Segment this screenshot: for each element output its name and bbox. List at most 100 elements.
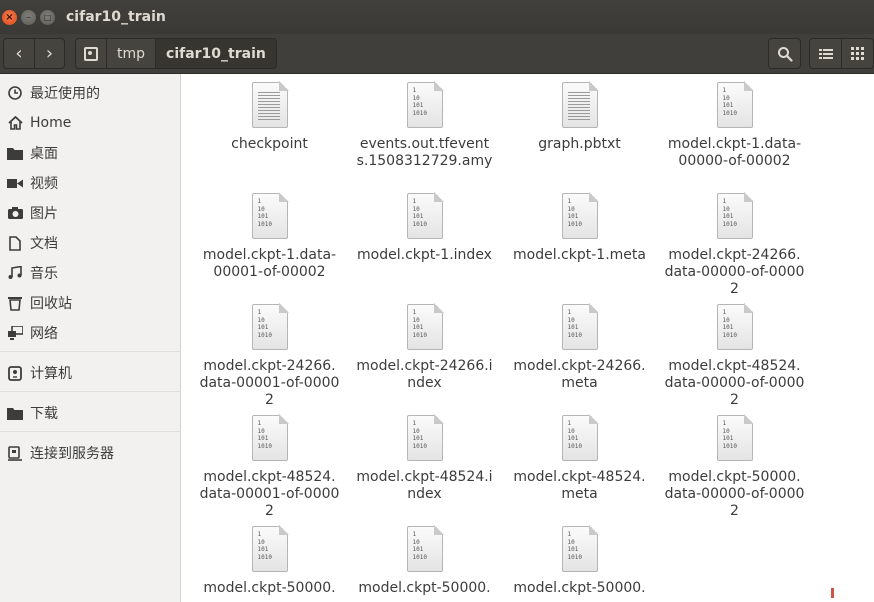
title-bar: × – □ cifar10_train [0, 0, 874, 34]
binary-file-icon: 1 10 101 1010 [561, 192, 599, 239]
breadcrumb: tmp cifar10_train [75, 38, 277, 69]
sidebar-item-label: Home [30, 115, 72, 131]
file-item[interactable]: 1 10 101 1010 model.ckpt-50000.data-00000-of… [657, 414, 812, 520]
file-name: graph.pbtxt [538, 136, 621, 152]
file-item[interactable]: 1 10 101 1010 model.ckpt-1.data-00001-of-000… [192, 192, 347, 281]
binary-file-icon: 1 10 101 1010 [716, 81, 754, 128]
file-item[interactable]: 1 10 101 1010 events.out.tfevents.1508312729… [347, 81, 502, 170]
file-name: model.ckpt-50000.data-00000-of-00002 [664, 469, 805, 519]
breadcrumb-root-button[interactable] [76, 39, 106, 68]
forward-button[interactable]: › [33, 39, 64, 68]
drive-icon [84, 46, 98, 61]
list-view-button[interactable] [810, 39, 841, 68]
file-name: model.ckpt-48524.meta [513, 469, 646, 502]
close-window-button[interactable]: × [2, 10, 17, 25]
navigation-buttons: ‹ › [3, 38, 65, 69]
file-item[interactable]: 1 10 101 1010 model.ckpt-1.meta [502, 192, 657, 264]
grid-icon [851, 47, 865, 60]
grid-view-button[interactable] [841, 39, 873, 68]
window-title: cifar10_train [66, 9, 166, 25]
binary-file-icon: 1 10 101 1010 [251, 525, 289, 572]
binary-file-icon: 1 10 101 1010 [716, 414, 754, 461]
binary-file-icon: 1 10 101 1010 [406, 81, 444, 128]
binary-file-icon: 1 10 101 1010 [716, 303, 754, 350]
sidebar: 最近使用的 Home 桌面 视频 图片 文档 音乐 回收站 网络 计算机 下载 … [0, 74, 181, 602]
binary-file-icon: 1 10 101 1010 [561, 414, 599, 461]
file-item[interactable]: 1 10 101 1010 model.ckpt-50000. [502, 525, 657, 597]
file-name: model.ckpt-48524.index [356, 469, 493, 502]
video-icon [0, 178, 30, 189]
file-item[interactable]: 1 10 101 1010 model.ckpt-48524.data-00001-of… [192, 414, 347, 520]
sidebar-item-music[interactable]: 音乐 [0, 260, 181, 286]
sidebar-item-label: 图片 [30, 206, 58, 222]
sidebar-divider [0, 431, 181, 432]
sidebar-item-documents[interactable]: 文档 [0, 230, 181, 256]
home-icon [0, 116, 30, 130]
file-item[interactable]: 1 10 101 1010 model.ckpt-1.data-00000-of-000… [657, 81, 812, 170]
binary-file-icon: 1 10 101 1010 [251, 303, 289, 350]
computer-icon [0, 365, 30, 381]
sidebar-divider [0, 391, 181, 392]
sidebar-item-network[interactable]: 网络 [0, 320, 181, 346]
search-icon [777, 46, 793, 62]
binary-file-icon: 1 10 101 1010 [251, 192, 289, 239]
file-item[interactable]: graph.pbtxt [502, 81, 657, 153]
file-item[interactable]: 1 10 101 1010 model.ckpt-50000. [192, 525, 347, 597]
list-icon [818, 48, 833, 59]
document-icon [0, 235, 30, 251]
network-icon [0, 326, 30, 340]
maximize-window-button[interactable]: □ [40, 10, 55, 25]
sidebar-item-connect-server[interactable]: 连接到服务器 [0, 440, 181, 466]
file-name: model.ckpt-24266.meta [513, 358, 646, 391]
file-item[interactable]: 1 10 101 1010 model.ckpt-48524.data-00000-of… [657, 303, 812, 409]
file-item[interactable]: 1 10 101 1010 model.ckpt-48524.index [347, 414, 502, 503]
file-item[interactable]: 1 10 101 1010 model.ckpt-1.index [347, 192, 502, 264]
minimize-window-button[interactable]: – [21, 10, 36, 25]
sidebar-item-downloads[interactable]: 下载 [0, 400, 181, 426]
file-name: model.ckpt-1.index [357, 247, 492, 263]
sidebar-item-videos[interactable]: 视频 [0, 170, 181, 196]
toolbar: ‹ › tmp cifar10_train [0, 34, 874, 74]
sidebar-item-trash[interactable]: 回收站 [0, 290, 181, 316]
file-item[interactable]: 1 10 101 1010 model.ckpt-50000. [347, 525, 502, 597]
sidebar-item-computer[interactable]: 计算机 [0, 360, 181, 386]
sidebar-item-label: 连接到服务器 [30, 446, 114, 462]
file-item[interactable]: 1 10 101 1010 model.ckpt-24266.data-00000-of… [657, 192, 812, 298]
sidebar-item-home[interactable]: Home [0, 110, 181, 136]
sidebar-item-pictures[interactable]: 图片 [0, 200, 181, 226]
file-item[interactable]: 1 10 101 1010 model.ckpt-48524.meta [502, 414, 657, 503]
file-name: model.ckpt-50000. [203, 580, 336, 596]
file-name: model.ckpt-50000. [513, 580, 646, 596]
file-name: model.ckpt-24266.data-00000-of-00002 [664, 247, 805, 297]
sidebar-item-desktop[interactable]: 桌面 [0, 140, 181, 166]
file-name: model.ckpt-24266.data-00001-of-00002 [199, 358, 340, 408]
binary-file-icon: 1 10 101 1010 [406, 525, 444, 572]
sidebar-item-label: 网络 [30, 326, 58, 342]
clock-icon [0, 86, 30, 100]
sidebar-divider [0, 351, 181, 352]
sidebar-item-recent[interactable]: 最近使用的 [0, 80, 181, 106]
file-name: model.ckpt-1.data-00000-of-00002 [667, 136, 802, 169]
file-item[interactable]: checkpoint [192, 81, 347, 153]
text-file-icon [251, 81, 289, 128]
sidebar-item-label: 回收站 [30, 296, 72, 312]
file-name: model.ckpt-1.meta [513, 247, 646, 263]
binary-file-icon: 1 10 101 1010 [716, 192, 754, 239]
file-item[interactable]: 1 10 101 1010 model.ckpt-24266.index [347, 303, 502, 392]
binary-file-icon: 1 10 101 1010 [561, 303, 599, 350]
folder-icon [0, 147, 30, 160]
file-item[interactable]: 1 10 101 1010 model.ckpt-24266.meta [502, 303, 657, 392]
binary-file-icon: 1 10 101 1010 [406, 303, 444, 350]
file-name: model.ckpt-1.data-00001-of-00002 [202, 247, 337, 280]
view-mode-switch [809, 38, 874, 69]
file-item[interactable]: 1 10 101 1010 model.ckpt-24266.data-00001-of… [192, 303, 347, 409]
back-button[interactable]: ‹ [4, 39, 34, 68]
file-name: model.ckpt-50000. [358, 580, 491, 596]
sidebar-item-label: 最近使用的 [30, 86, 100, 102]
folder-icon [0, 407, 30, 420]
binary-file-icon: 1 10 101 1010 [406, 192, 444, 239]
breadcrumb-item-tmp[interactable]: tmp [106, 39, 155, 68]
search-button[interactable] [768, 38, 801, 69]
breadcrumb-item-current[interactable]: cifar10_train [155, 39, 276, 68]
file-name: model.ckpt-48524.data-00000-of-00002 [664, 358, 805, 408]
